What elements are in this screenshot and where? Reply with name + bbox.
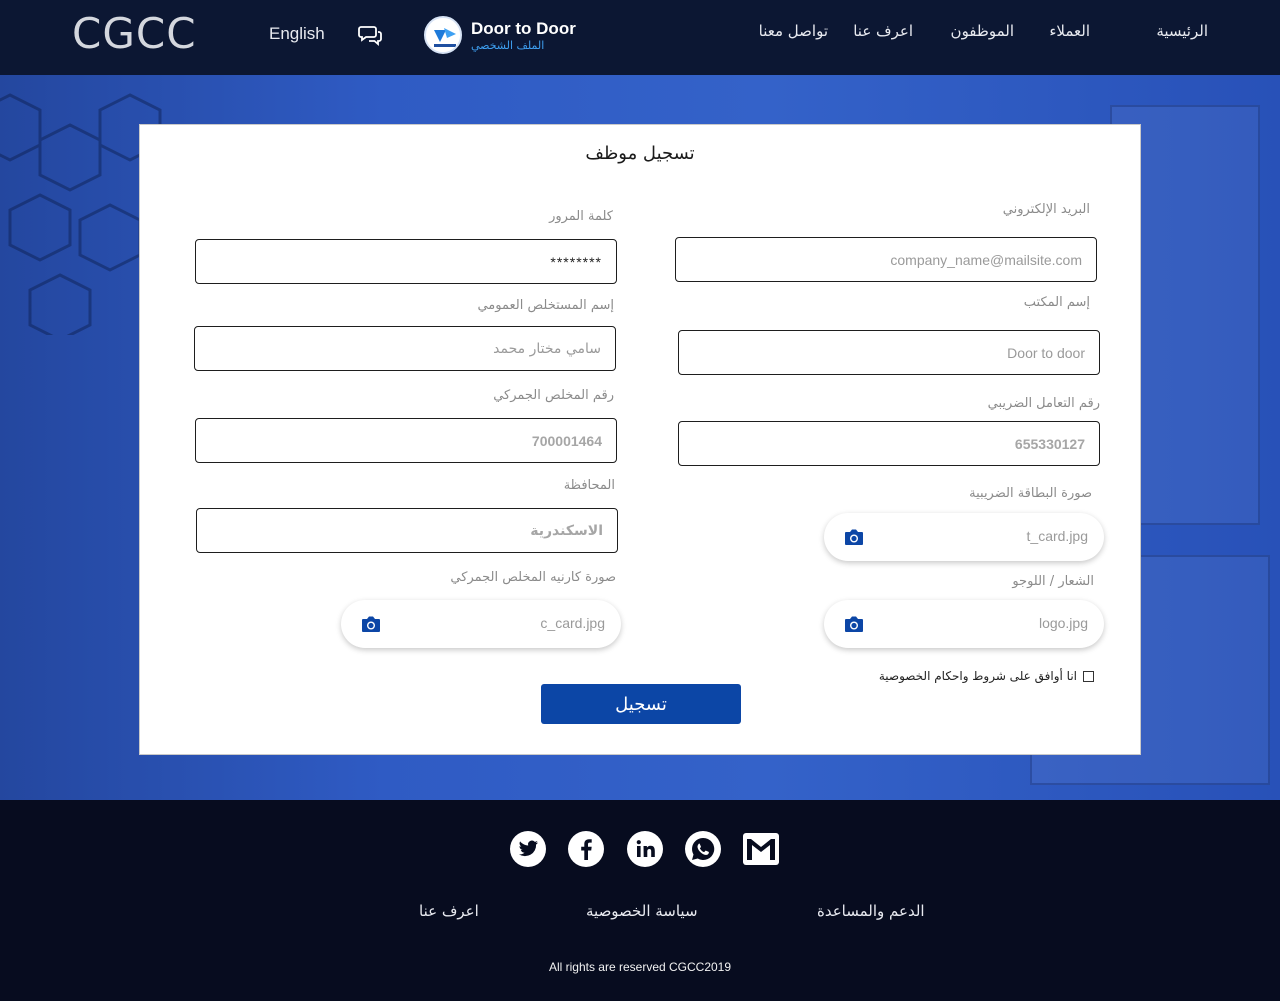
language-switch[interactable]: English <box>269 24 325 44</box>
registration-card: تسجيل موظف البريد الإلكتروني company_nam… <box>139 124 1141 755</box>
copyright-text: All rights are reserved CGCC2019 <box>548 960 732 974</box>
cgcc-logo[interactable]: CGCC <box>72 10 197 58</box>
clearer-name-field[interactable]: سامي مختار محمد <box>194 326 616 371</box>
camera-icon <box>845 529 863 545</box>
terms-agreement[interactable]: انا أوافق على شروط واحكام الخصوصية <box>879 668 1094 684</box>
logo-upload[interactable]: logo.jpg <box>824 600 1104 648</box>
logo-label: الشعار / اللوجو <box>1012 574 1094 589</box>
password-label: كلمة المرور <box>549 209 613 224</box>
company-avatar <box>424 16 462 54</box>
customs-card-upload[interactable]: c_card.jpg <box>341 600 621 648</box>
nav-clients[interactable]: العملاء <box>1049 22 1090 40</box>
office-name-label: إسم المكتب <box>1023 295 1090 310</box>
footer-support-link[interactable]: الدعم والمساعدة <box>817 902 925 920</box>
whatsapp-icon[interactable] <box>684 830 722 868</box>
top-navbar: CGCC English Door to Door الملف الشخصي ا… <box>0 0 1280 75</box>
twitter-icon[interactable] <box>509 830 547 868</box>
logo-filename: logo.jpg <box>1038 615 1088 631</box>
form-title: تسجيل موظف <box>585 143 695 164</box>
email-field[interactable]: company_name@mailsite.com <box>675 237 1097 282</box>
terms-text: انا أوافق على شروط واحكام الخصوصية <box>878 669 1077 683</box>
tax-number-field[interactable]: 655330127 <box>678 421 1100 466</box>
footer-about-link[interactable]: اعرف عنا <box>419 902 479 920</box>
linkedin-icon[interactable] <box>626 830 664 868</box>
facebook-icon[interactable] <box>567 830 605 868</box>
customs-card-filename: c_card.jpg <box>540 615 605 631</box>
footer-privacy-link[interactable]: سياسة الخصوصية <box>586 902 698 920</box>
customs-number-label: رقم المخلص الجمركي <box>493 388 614 403</box>
email-label: البريد الإلكتروني <box>1002 202 1090 217</box>
office-name-field[interactable]: Door to door <box>678 330 1100 375</box>
clearer-name-label: إسم المستخلص العمومي <box>477 298 614 313</box>
gmail-icon[interactable] <box>742 830 780 868</box>
terms-checkbox[interactable] <box>1083 670 1094 682</box>
nav-home[interactable]: الرئيسية <box>1156 22 1208 40</box>
chat-icon[interactable] <box>358 24 382 46</box>
footer: الدعم والمساعدة سياسة الخصوصية اعرف عنا … <box>0 800 1280 1001</box>
nav-about[interactable]: اعرف عنا <box>853 22 913 40</box>
governorate-label: المحافظة <box>563 478 615 493</box>
tax-card-label: صورة البطاقة الضريبية <box>969 486 1092 501</box>
customs-card-label: صورة كارنيه المخلص الجمركي <box>450 570 616 585</box>
profile-name: Door to Door <box>471 19 576 38</box>
nav-contact[interactable]: تواصل معنا <box>759 22 828 40</box>
governorate-field[interactable]: الاسكندرية <box>196 508 618 553</box>
camera-icon <box>362 616 380 632</box>
tax-number-label: رقم التعامل الضريبي <box>987 396 1100 411</box>
camera-icon <box>845 616 863 632</box>
customs-number-field[interactable]: 700001464 <box>195 418 617 463</box>
nav-employees[interactable]: الموظفون <box>951 22 1014 40</box>
register-button[interactable]: تسجيل <box>541 684 741 724</box>
tax-card-filename: t_card.jpg <box>1026 528 1088 544</box>
profile-subtitle: الملف الشخصي <box>471 39 545 52</box>
profile-link[interactable]: Door to Door الملف الشخصي <box>424 16 594 56</box>
password-field[interactable]: ******** <box>195 239 617 284</box>
tax-card-upload[interactable]: t_card.jpg <box>824 513 1104 561</box>
